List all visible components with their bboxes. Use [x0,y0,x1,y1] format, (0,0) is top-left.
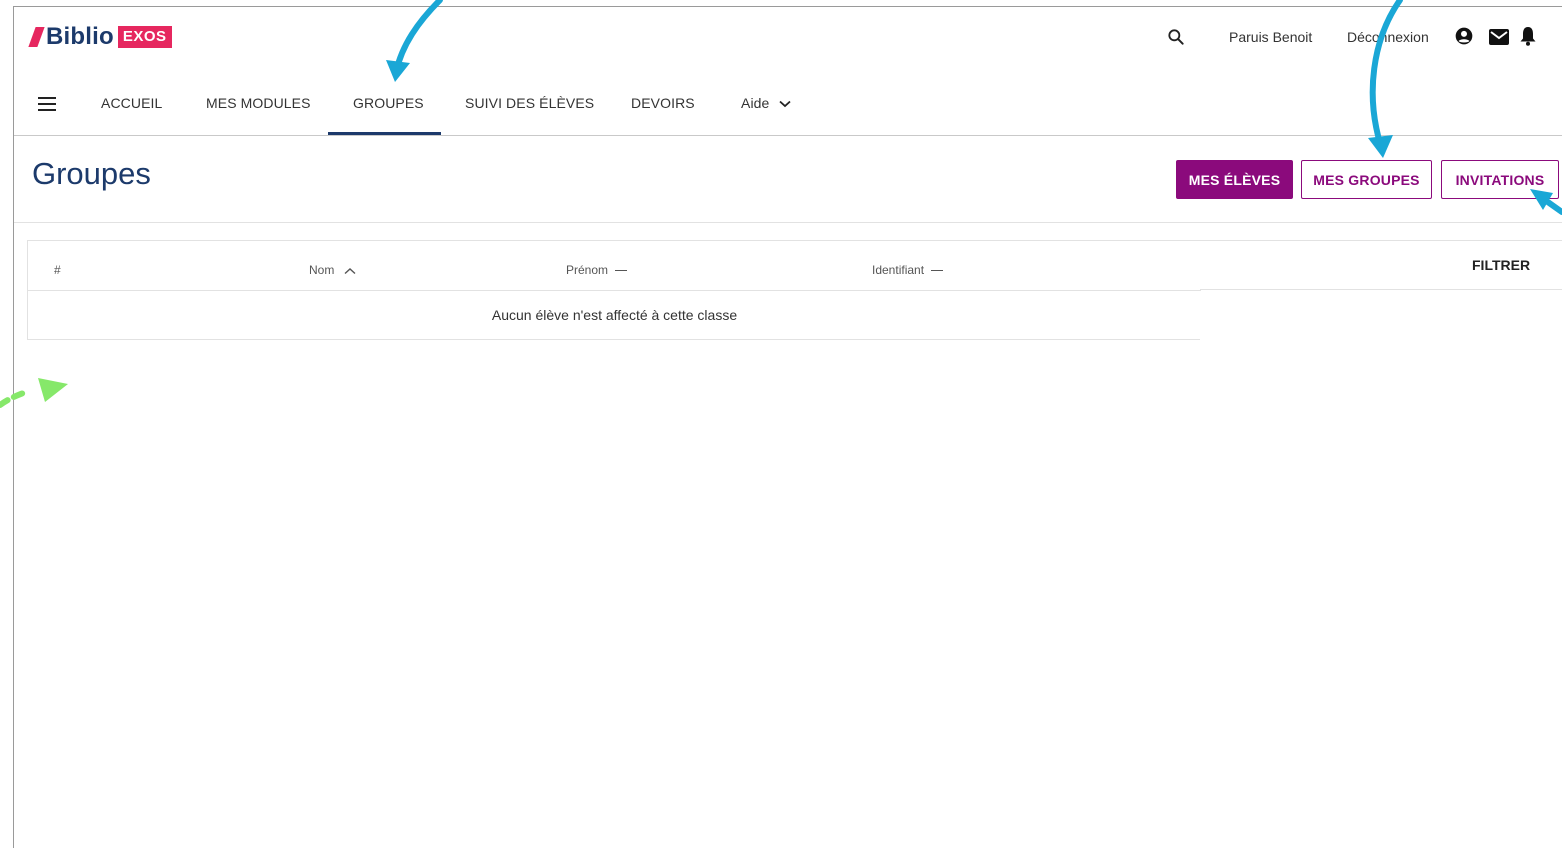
mail-icon[interactable] [1489,29,1509,45]
main-navigation: ACCUEIL MES MODULES GROUPES SUIVI DES ÉL… [14,84,1562,136]
page-title: Groupes [32,156,151,191]
active-tab-indicator [328,132,441,135]
biblio-exos-logo[interactable]: Biblio EXOS [28,23,172,50]
column-header-nom[interactable]: Nom [309,263,356,277]
chevron-up-icon [344,267,356,274]
column-header-prenom-label: Prénom [566,263,609,277]
column-header-index[interactable]: # [54,263,61,277]
nav-item-devoirs[interactable]: DEVOIRS [631,95,695,111]
nav-item-groupes[interactable]: GROUPES [353,95,424,111]
mes-groupes-button[interactable]: MES GROUPES [1301,160,1432,199]
chevron-down-icon [779,101,792,108]
sort-none-indicator [615,270,628,272]
table-header: # Nom Prénom Identifiant [28,241,1201,291]
students-table: # Nom Prénom Identifiant Aucun élève n'e… [27,240,1201,340]
account-circle-icon[interactable] [1454,26,1474,46]
header-divider [14,222,1562,223]
menu-icon[interactable] [38,97,56,111]
nav-item-mes-modules[interactable]: MES MODULES [206,95,311,111]
nav-item-aide-label: Aide [741,95,770,111]
user-name[interactable]: Paruis Benoit [1229,29,1312,45]
logo-text: Biblio [46,23,114,50]
column-header-prenom[interactable]: Prénom [566,263,628,277]
search-icon[interactable] [1166,27,1186,47]
nav-item-suivi-des-eleves[interactable]: SUIVI DES ÉLÈVES [465,95,594,111]
table-top-border-extension [1200,240,1562,241]
column-header-identifiant[interactable]: Identifiant [872,263,944,277]
logo-badge: EXOS [117,26,172,48]
logout-link[interactable]: Déconnexion [1347,29,1429,45]
empty-table-message: Aucun élève n'est affecté à cette classe [491,307,738,323]
sort-none-indicator [931,270,944,272]
nav-item-accueil[interactable]: ACCUEIL [101,95,162,111]
mes-eleves-button[interactable]: MES ÉLÈVES [1176,160,1293,199]
bell-icon[interactable] [1519,26,1537,46]
nav-item-aide[interactable]: Aide [741,95,792,111]
invitations-button[interactable]: INVITATIONS [1441,160,1559,199]
filter-divider [1200,289,1562,290]
column-header-nom-label: Nom [309,263,335,277]
filter-button[interactable]: FILTRER [1472,257,1530,273]
column-header-identifiant-label: Identifiant [872,263,925,277]
